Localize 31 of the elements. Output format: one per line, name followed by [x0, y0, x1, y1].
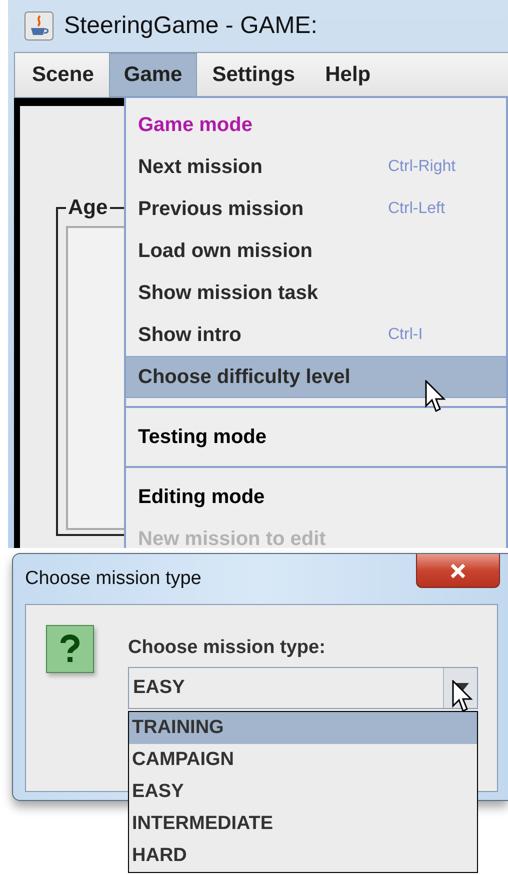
menu-item[interactable]: Load own mission [126, 230, 506, 272]
menu-item[interactable]: Show mission task [126, 272, 506, 314]
menu-title[interactable]: Scene [17, 53, 109, 97]
menu-title[interactable]: Settings [197, 53, 310, 97]
cup-icon [24, 11, 54, 41]
dialog-title: Choose mission type [25, 568, 202, 590]
menu-section[interactable]: Testing mode [126, 416, 506, 458]
prompt-label: Choose mission type: [128, 636, 326, 659]
shortcut-label: Ctrl-Left [388, 200, 446, 218]
menu-item[interactable]: Next mission Ctrl-Right [126, 146, 506, 188]
list-option[interactable]: TRAINING [129, 712, 477, 744]
list-option[interactable]: EASY [129, 776, 477, 808]
shortcut-label: Ctrl-Right [388, 158, 457, 176]
menu-title[interactable]: Game [108, 53, 198, 97]
question-icon [46, 625, 94, 673]
list-option[interactable]: HARD [129, 840, 477, 872]
close-button[interactable] [416, 554, 500, 588]
menu-section[interactable]: Editing mode [126, 476, 506, 518]
list-option[interactable]: INTERMEDIATE [129, 808, 477, 840]
pointer-icon [425, 380, 447, 414]
menu-item[interactable]: Show intro Ctrl-I [126, 314, 506, 356]
list-option[interactable]: CAMPAIGN [129, 744, 477, 776]
menu-title[interactable]: Help [310, 53, 386, 97]
menu-item[interactable]: Previous mission Ctrl-Left [126, 188, 506, 230]
close-icon [449, 562, 467, 578]
shortcut-label: Ctrl-I [388, 326, 424, 344]
mission-type-select[interactable]: EASY [128, 667, 478, 709]
group-label: Age [67, 196, 109, 220]
menu-item[interactable]: Choose difficulty level [126, 356, 506, 398]
window-title: SteeringGame - GAME: [64, 12, 318, 40]
menu-section[interactable]: Game mode [126, 104, 506, 146]
